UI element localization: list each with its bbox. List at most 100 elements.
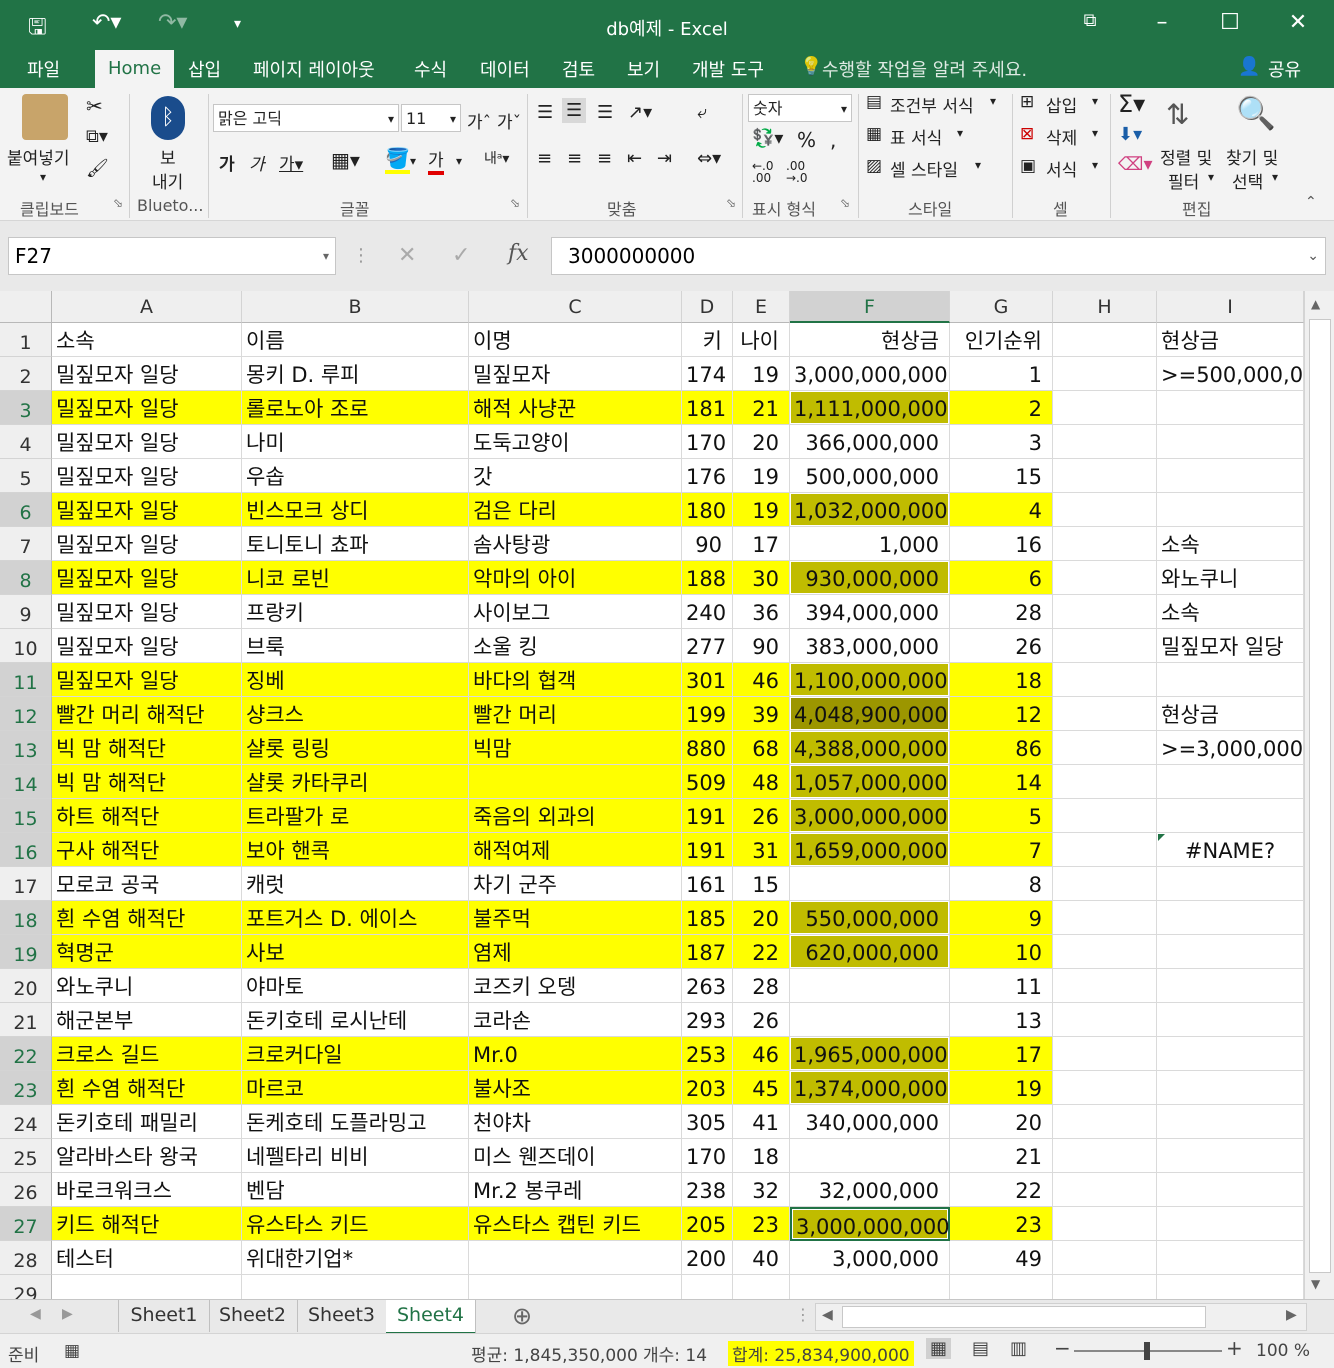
close-icon[interactable]: ✕ — [1278, 10, 1318, 35]
cell-A9[interactable]: 밀짚모자 일당 — [52, 595, 242, 629]
cell-B15[interactable]: 트라팔가 로 — [242, 799, 469, 833]
cell-H12[interactable] — [1053, 697, 1157, 731]
cell-G16[interactable]: 7 — [950, 833, 1053, 867]
row-header[interactable]: 5 — [0, 459, 52, 493]
cell-F19[interactable]: 620,000,000 — [790, 935, 950, 969]
cell-I16[interactable]: #NAME? — [1157, 833, 1304, 867]
tab-review[interactable]: 검토 — [562, 56, 595, 82]
cell-B21[interactable]: 돈키호테 로시난테 — [242, 1003, 469, 1037]
cell-A18[interactable]: 흰 수염 해적단 — [52, 901, 242, 935]
cell-H14[interactable] — [1053, 765, 1157, 799]
normal-view-icon[interactable]: ▦ — [926, 1338, 952, 1359]
name-box[interactable]: F27 ▾ — [8, 237, 336, 275]
row-header[interactable]: 20 — [0, 969, 52, 1003]
cell-B29[interactable] — [242, 1275, 469, 1299]
cell-E27[interactable]: 23 — [733, 1207, 790, 1241]
cell-G10[interactable]: 26 — [950, 629, 1053, 663]
horizontal-scrollbar[interactable]: ◀ ▶ — [815, 1303, 1307, 1331]
cell-D15[interactable]: 191 — [682, 799, 733, 833]
cell-B28[interactable]: 위대한기업* — [242, 1241, 469, 1275]
cell-E1[interactable]: 나이 — [733, 323, 790, 357]
column-header-F[interactable]: F — [790, 291, 950, 323]
row-header[interactable]: 12 — [0, 697, 52, 731]
cell-A6[interactable]: 밀짚모자 일당 — [52, 493, 242, 527]
cell-I29[interactable] — [1157, 1275, 1304, 1299]
cell-D2[interactable]: 174 — [682, 357, 733, 391]
cell-G20[interactable]: 11 — [950, 969, 1053, 1003]
conditional-format-button[interactable]: 조건부 서식 — [890, 92, 974, 117]
zoom-in-icon[interactable]: + — [1226, 1336, 1243, 1360]
currency-icon[interactable]: 💱▾ — [752, 128, 783, 149]
cell-D21[interactable]: 293 — [682, 1003, 733, 1037]
cell-C26[interactable]: Mr.2 봉쿠레 — [469, 1173, 682, 1207]
cell-H7[interactable] — [1053, 527, 1157, 561]
cell-I6[interactable] — [1157, 493, 1304, 527]
row-header[interactable]: 9 — [0, 595, 52, 629]
delete-cells-button[interactable]: 삭제 — [1046, 124, 1077, 149]
scroll-right-icon[interactable]: ▶ — [1286, 1307, 1297, 1323]
cell-style-button[interactable]: 셀 스타일 — [890, 156, 958, 181]
cell-G24[interactable]: 20 — [950, 1105, 1053, 1139]
cell-I28[interactable] — [1157, 1241, 1304, 1275]
chevron-down-icon[interactable]: ▾ — [410, 154, 416, 168]
cell-G5[interactable]: 15 — [950, 459, 1053, 493]
cell-E11[interactable]: 46 — [733, 663, 790, 697]
cell-H26[interactable] — [1053, 1173, 1157, 1207]
cell-D6[interactable]: 180 — [682, 493, 733, 527]
cell-B6[interactable]: 빈스모크 상디 — [242, 493, 469, 527]
cell-B26[interactable]: 벤담 — [242, 1173, 469, 1207]
cell-A16[interactable]: 구사 해적단 — [52, 833, 242, 867]
chevron-down-icon[interactable]: ▾ — [1208, 170, 1214, 184]
cell-B16[interactable]: 보아 핸콕 — [242, 833, 469, 867]
tell-me-input[interactable]: 수행할 작업을 알려 주세요. — [822, 56, 1027, 82]
cell-C10[interactable]: 소울 킹 — [469, 629, 682, 663]
cell-C18[interactable]: 불주먹 — [469, 901, 682, 935]
column-header-I[interactable]: I — [1157, 291, 1304, 323]
cell-A27[interactable]: 키드 해적단 — [52, 1207, 242, 1241]
row-header[interactable]: 3 — [0, 391, 52, 425]
cell-C3[interactable]: 해적 사냥꾼 — [469, 391, 682, 425]
chevron-down-icon[interactable]: ▾ — [1092, 158, 1098, 172]
cell-B12[interactable]: 샹크스 — [242, 697, 469, 731]
cell-I11[interactable] — [1157, 663, 1304, 697]
cell-H28[interactable] — [1053, 1241, 1157, 1275]
cell-C17[interactable]: 차기 군주 — [469, 867, 682, 901]
number-format-select[interactable]: 숫자 ▾ — [748, 94, 852, 122]
decrease-indent-icon[interactable]: ⇤ — [627, 148, 642, 169]
enter-icon[interactable]: ✓ — [452, 243, 470, 268]
cell-B23[interactable]: 마르코 — [242, 1071, 469, 1105]
fill-color-icon[interactable]: 🪣 — [385, 146, 410, 174]
column-header-D[interactable]: D — [682, 291, 733, 323]
row-header[interactable]: 22 — [0, 1037, 52, 1071]
cell-D10[interactable]: 277 — [682, 629, 733, 663]
cell-H27[interactable] — [1053, 1207, 1157, 1241]
cell-E25[interactable]: 18 — [733, 1139, 790, 1173]
cell-D11[interactable]: 301 — [682, 663, 733, 697]
cell-C29[interactable] — [469, 1275, 682, 1299]
row-header[interactable]: 19 — [0, 935, 52, 969]
cell-A25[interactable]: 알라바스타 왕국 — [52, 1139, 242, 1173]
chevron-down-icon[interactable]: ▾ — [1092, 126, 1098, 140]
cell-B5[interactable]: 우솝 — [242, 459, 469, 493]
chevron-down-icon[interactable]: ▾ — [1272, 170, 1278, 184]
cell-F22[interactable]: 1,965,000,000 — [790, 1037, 950, 1071]
page-layout-view-icon[interactable]: ▤ — [972, 1338, 989, 1359]
cell-B7[interactable]: 토니토니 쵸파 — [242, 527, 469, 561]
cell-F25[interactable] — [790, 1139, 950, 1173]
cell-F20[interactable] — [790, 969, 950, 1003]
cell-G2[interactable]: 1 — [950, 357, 1053, 391]
row-header[interactable]: 26 — [0, 1173, 52, 1207]
vertical-scrollbar[interactable]: ▲ ▼ — [1304, 291, 1334, 1299]
cell-F13[interactable]: 4,388,000,000 — [790, 731, 950, 765]
cell-B27[interactable]: 유스타스 키드 — [242, 1207, 469, 1241]
cell-I1[interactable]: 현상금 — [1157, 323, 1304, 357]
cell-A22[interactable]: 크로스 길드 — [52, 1037, 242, 1071]
cell-F15[interactable]: 3,000,000,000 — [790, 799, 950, 833]
align-right-icon[interactable]: ≡ — [597, 148, 612, 169]
cell-E29[interactable] — [733, 1275, 790, 1299]
cell-D22[interactable]: 253 — [682, 1037, 733, 1071]
zoom-slider-handle[interactable] — [1144, 1342, 1150, 1360]
cell-E6[interactable]: 19 — [733, 493, 790, 527]
cell-F28[interactable]: 3,000,000 — [790, 1241, 950, 1275]
cell-B11[interactable]: 징베 — [242, 663, 469, 697]
